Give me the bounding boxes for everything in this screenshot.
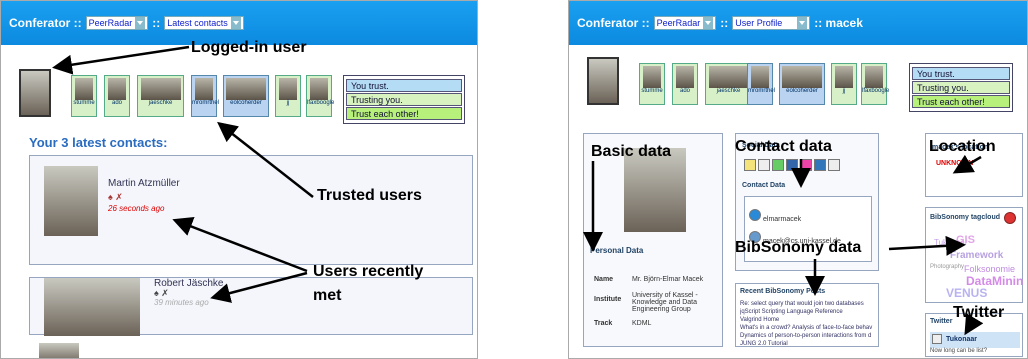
annotation-arrows bbox=[583, 154, 984, 336]
user-profile-screenshot: Conferator :: PeerRadar :: User Profile … bbox=[568, 0, 1028, 359]
latest-contacts-screenshot: Conferator :: PeerRadar :: Latest contac… bbox=[0, 0, 478, 359]
annotation-arrows bbox=[52, 45, 314, 303]
